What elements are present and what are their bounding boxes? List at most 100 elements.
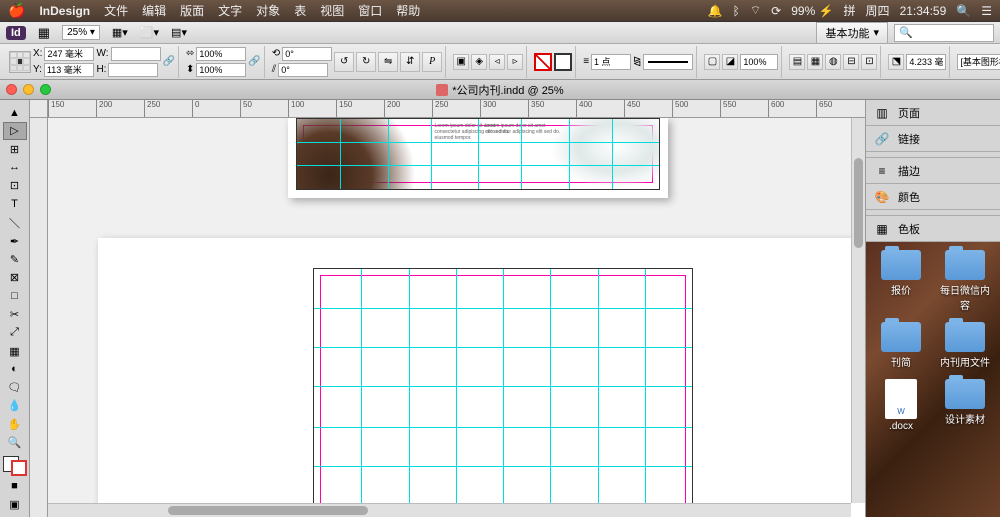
pen-tool-icon[interactable]: ✒ xyxy=(3,233,27,250)
help-search[interactable]: 🔍 xyxy=(894,24,994,42)
ime-indicator[interactable]: 拼 xyxy=(844,2,856,19)
flip-v-icon[interactable]: ⇵ xyxy=(400,52,420,72)
battery-indicator[interactable]: 99% ⚡ xyxy=(791,4,833,18)
bluetooth-icon[interactable]: ᛒ xyxy=(733,4,740,18)
apply-color-icon[interactable]: ■ xyxy=(3,477,27,494)
gap-tool-icon[interactable]: ↔ xyxy=(3,159,27,176)
anchor-proxy-icon[interactable] xyxy=(9,51,31,73)
view-mode-icon[interactable]: ▣ xyxy=(3,496,27,513)
effects-icon[interactable]: ▢ xyxy=(704,54,720,70)
selection-tool-icon[interactable]: ▲ xyxy=(3,104,27,121)
text-wrap-bounding-icon[interactable]: ▦ xyxy=(807,54,823,70)
panel-stroke[interactable]: ≡ 描边 xyxy=(866,158,1000,184)
panel-swatches[interactable]: ▦ 色板 xyxy=(866,216,1000,242)
stroke-swatch[interactable] xyxy=(554,53,572,71)
select-content-icon[interactable]: ◈ xyxy=(471,54,487,70)
menu-view[interactable]: 视图 xyxy=(320,2,344,19)
free-transform-tool-icon[interactable]: ⤢ xyxy=(3,324,27,341)
page-spread-2[interactable] xyxy=(98,238,851,503)
desktop-folder[interactable]: 刊简 xyxy=(874,322,928,369)
rectangle-tool-icon[interactable]: □ xyxy=(3,288,27,305)
workspace-switcher[interactable]: 基本功能 ▾ xyxy=(816,22,888,44)
x-input[interactable] xyxy=(44,47,94,61)
panel-pages[interactable]: ▥ 页面 xyxy=(866,100,1000,126)
window-minimize-icon[interactable] xyxy=(23,84,34,95)
view-options-icon[interactable]: ▦▾ xyxy=(112,26,128,39)
rotate-ccw-icon[interactable]: ↺ xyxy=(334,52,354,72)
select-next-icon[interactable]: ▹ xyxy=(507,54,523,70)
gradient-feather-tool-icon[interactable]: ◐ xyxy=(3,361,27,378)
bridge-icon[interactable]: ▦ xyxy=(38,25,50,41)
notification-center-icon[interactable]: 🔔 xyxy=(708,4,723,18)
panel-links[interactable]: 🔗 链接 xyxy=(866,126,1000,152)
select-container-icon[interactable]: ▣ xyxy=(453,54,469,70)
desktop-file[interactable]: W .docx xyxy=(874,379,928,432)
w-input[interactable] xyxy=(111,47,161,61)
screen-mode-icon[interactable]: ⬜▾ xyxy=(140,26,159,39)
text-wrap-jump2-icon[interactable]: ⊡ xyxy=(861,54,877,70)
apple-menu-icon[interactable]: 🍎 xyxy=(8,2,25,19)
corner-options-icon[interactable]: ⬔ xyxy=(888,54,904,70)
text-wrap-none-icon[interactable]: ▤ xyxy=(789,54,805,70)
type-tool-icon[interactable]: T xyxy=(3,195,27,212)
horizontal-ruler[interactable]: 150 200 250 0 50 100 150 200 250 300 350… xyxy=(48,100,865,118)
constrain-wh-icon[interactable]: 🔗 xyxy=(163,56,175,67)
shear-input[interactable] xyxy=(278,63,328,77)
line-tool-icon[interactable]: ＼ xyxy=(3,214,27,232)
h-input[interactable] xyxy=(108,63,158,77)
gradient-swatch-tool-icon[interactable]: ▦ xyxy=(3,342,27,359)
flip-h-icon[interactable]: ⇋ xyxy=(378,52,398,72)
zoom-tool-icon[interactable]: 🔍 xyxy=(3,434,27,451)
pencil-tool-icon[interactable]: ✎ xyxy=(3,251,27,268)
menu-table[interactable]: 表 xyxy=(294,2,306,19)
zoom-dropdown[interactable]: 25% ▾ xyxy=(62,25,100,40)
opacity-input[interactable] xyxy=(740,54,778,70)
page-spread-1[interactable]: Lorem ipsum dolor sit amet consectetur a… xyxy=(288,118,668,198)
ruler-origin[interactable] xyxy=(30,100,48,118)
arrange-docs-icon[interactable]: ▤▾ xyxy=(171,26,187,39)
y-input[interactable] xyxy=(44,63,94,77)
stroke-weight-stepper[interactable]: ⧎ xyxy=(633,56,641,67)
vertical-scrollbar[interactable] xyxy=(851,118,865,503)
hand-tool-icon[interactable]: ✋ xyxy=(3,416,27,433)
menu-object[interactable]: 对象 xyxy=(256,2,280,19)
fill-none-swatch[interactable] xyxy=(534,53,552,71)
menu-edit[interactable]: 编辑 xyxy=(142,2,166,19)
app-menu[interactable]: InDesign xyxy=(39,4,90,18)
corner-radius-input[interactable] xyxy=(906,54,946,70)
time-machine-icon[interactable]: ⟳ xyxy=(771,4,781,18)
constrain-scale-icon[interactable]: 🔗 xyxy=(248,56,260,67)
vertical-ruler[interactable] xyxy=(30,118,48,517)
spotlight-icon[interactable]: 🔍 xyxy=(956,4,971,18)
menu-layout[interactable]: 版面 xyxy=(180,2,204,19)
scale-x-input[interactable] xyxy=(196,47,246,61)
rectangle-frame-tool-icon[interactable]: ⊠ xyxy=(3,269,27,286)
note-tool-icon[interactable]: 🗨 xyxy=(3,379,27,396)
text-wrap-shape-icon[interactable]: ◍ xyxy=(825,54,841,70)
scale-y-input[interactable] xyxy=(196,63,246,77)
page-tool-icon[interactable]: ⊞ xyxy=(3,141,27,158)
object-style-dropdown[interactable]: [基本图形框架]▾ xyxy=(957,54,1000,70)
select-prev-icon[interactable]: ◃ xyxy=(489,54,505,70)
desktop-folder[interactable]: 内刊用文件 xyxy=(938,322,992,369)
stroke-weight-input[interactable] xyxy=(591,54,631,70)
eyedropper-tool-icon[interactable]: 💧 xyxy=(3,397,27,414)
horizontal-scrollbar[interactable] xyxy=(48,503,851,517)
desktop-folder[interactable]: 每日微信内容 xyxy=(938,250,992,312)
wifi-icon[interactable]: ⌔ xyxy=(750,3,761,18)
menu-window[interactable]: 窗口 xyxy=(358,2,382,19)
fill-stroke-picker[interactable] xyxy=(3,456,27,476)
p-icon[interactable]: P xyxy=(422,52,442,72)
stroke-style-dropdown[interactable] xyxy=(643,54,693,70)
text-wrap-jump-icon[interactable]: ⊟ xyxy=(843,54,859,70)
menu-file[interactable]: 文件 xyxy=(104,2,128,19)
drop-shadow-icon[interactable]: ◪ xyxy=(722,54,738,70)
menu-extras-icon[interactable]: ☰ xyxy=(981,4,992,18)
clock[interactable]: 21:34:59 xyxy=(900,4,947,18)
desktop-folder[interactable]: 设计素材 xyxy=(938,379,992,432)
menu-help[interactable]: 帮助 xyxy=(396,2,420,19)
window-close-icon[interactable] xyxy=(6,84,17,95)
scissors-tool-icon[interactable]: ✂ xyxy=(3,306,27,323)
document-canvas[interactable]: 150 200 250 0 50 100 150 200 250 300 350… xyxy=(30,100,865,517)
rotate-input[interactable] xyxy=(282,47,332,61)
